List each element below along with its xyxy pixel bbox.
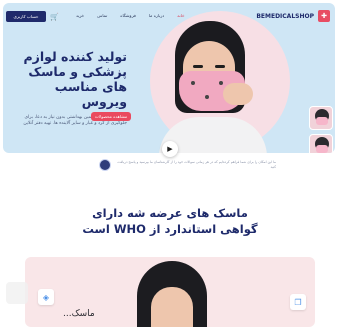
view-products-button[interactable]: مشاهده محصولات (91, 112, 131, 121)
watermark-icon (6, 282, 28, 304)
menu-item-about[interactable]: درباره ما (149, 13, 164, 18)
play-icon[interactable]: ▶ (162, 141, 178, 157)
plus-cross-logo-icon: ✚ (318, 10, 330, 22)
menu-item-buy[interactable]: خرید (76, 13, 84, 18)
menu-item-shop[interactable]: فروشگاه (120, 13, 136, 18)
support-avatar (99, 159, 111, 171)
section-title-line2: گواهی استاندارد از WHO است (82, 222, 258, 236)
main-menu: خانه درباره ما فروشگاه تماس خرید (76, 13, 185, 18)
hero-section: تولید کننده لوازم پزشکی و ماسک های مناسب… (3, 3, 335, 153)
hero-title: تولید کننده لوازم پزشکی و ماسک های مناسب… (23, 49, 128, 109)
hero-model-photo (153, 21, 273, 153)
thumbnail-2[interactable] (309, 134, 333, 153)
cart-icon[interactable]: 🛒 (50, 12, 60, 22)
brand-name: BEMEDICALSHOP (256, 12, 314, 20)
layers-icon[interactable]: ◈ (38, 289, 54, 305)
top-navigation: حساب کاربری 🛒 خانه درباره ما فروشگاه تما… (6, 10, 334, 24)
section-title: ماسک های عرضه شه دارای گواهی استاندارد ا… (0, 205, 340, 237)
copy-icon[interactable]: ❐ (290, 294, 306, 310)
brand[interactable]: BEMEDICALSHOP ✚ (256, 10, 330, 22)
menu-item-contact[interactable]: تماس (97, 13, 107, 18)
feature-fragment: ماسک... (63, 309, 95, 319)
section-title-line1: ماسک های عرضه شه دارای (92, 206, 248, 220)
thumbnail-1[interactable] (309, 106, 333, 130)
hero-thumbnails (309, 106, 333, 153)
account-button[interactable]: حساب کاربری (6, 11, 46, 22)
menu-item-home[interactable]: خانه (177, 13, 184, 18)
feature-card: ماسک... (25, 257, 315, 327)
support-text: ما این امکان را برای شما فراهم کرده‌ایم … (117, 160, 276, 169)
support-strip: ما این امکان را برای شما فراهم کرده‌ایم … (99, 158, 289, 172)
